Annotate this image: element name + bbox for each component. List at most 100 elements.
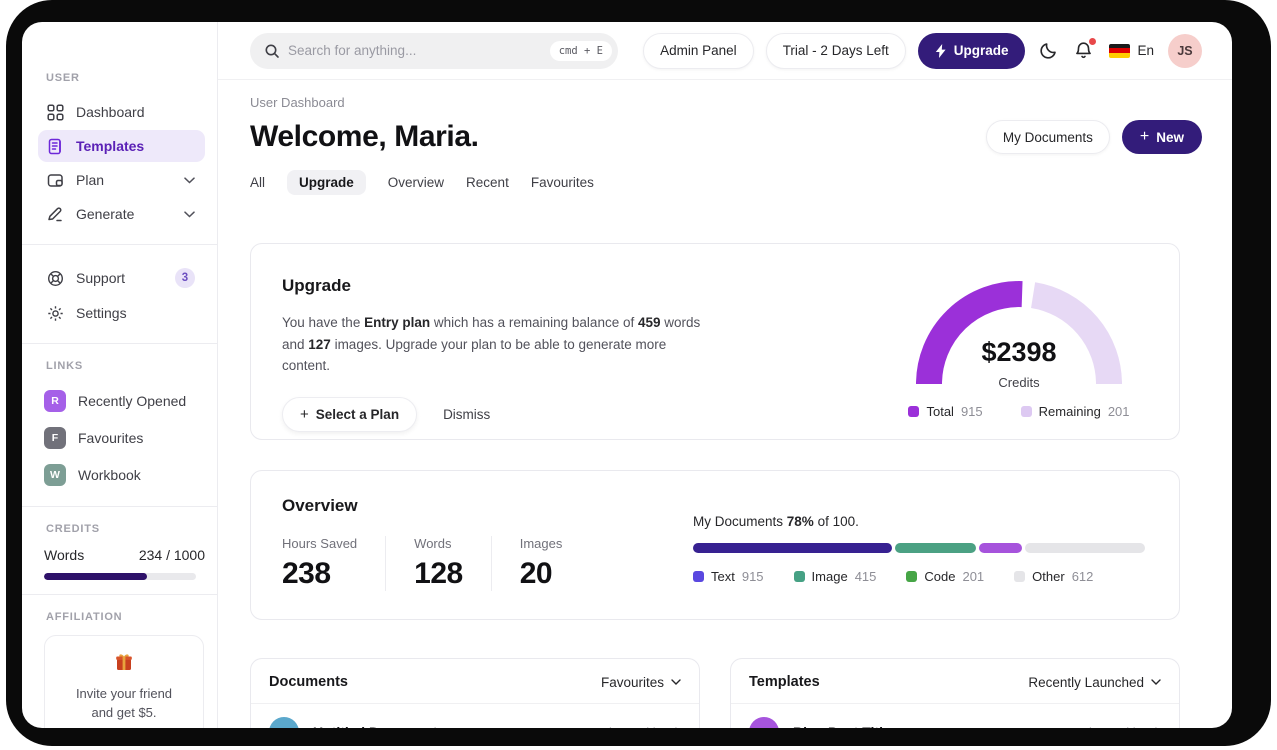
- plus-icon: +: [1139, 128, 1150, 145]
- legend-swatch: [1020, 406, 1032, 417]
- gauge-label: Credits: [998, 375, 1040, 390]
- documents-progress: My Documents 78% of 100. Text 915 Image …: [693, 496, 1145, 619]
- legend-swatch: [693, 571, 704, 582]
- credits-gauge: $2398 Credits Total 915 Remaining 201: [899, 274, 1139, 419]
- german-flag-icon: [1109, 43, 1131, 58]
- notifications-button[interactable]: [1072, 38, 1097, 62]
- credits-progress-bar: [44, 573, 196, 580]
- lifebuoy-icon: [46, 269, 64, 287]
- tab-all[interactable]: All: [250, 170, 265, 195]
- overview-card: Overview Hours Saved 238 Words 128 Image…: [250, 470, 1180, 620]
- sidebar-section-user: USER: [46, 72, 80, 84]
- support-badge: 3: [175, 268, 195, 288]
- notification-dot: [1089, 38, 1097, 45]
- bar-segment-image: [894, 543, 977, 553]
- link-label: Recently Opened: [78, 393, 187, 409]
- legend-swatch: [793, 571, 805, 582]
- sidebar: USER Dashboard Templates Plan Generate S…: [22, 22, 218, 728]
- sidebar-item-label: Generate: [76, 206, 135, 222]
- document-row[interactable]: Untitled Document in Workbook: [251, 704, 699, 728]
- sidebar-item-dashboard[interactable]: Dashboard: [44, 96, 205, 128]
- sidebar-link-workbook[interactable]: W Workbook: [44, 458, 205, 492]
- topbar: cmd + E Admin Panel Trial - 2 Days Left …: [218, 22, 1232, 80]
- bar-segment-text: [693, 543, 892, 553]
- language-label: En: [1137, 43, 1154, 58]
- document-avatar: [269, 717, 299, 728]
- tab-overview[interactable]: Overview: [388, 170, 444, 195]
- sidebar-item-generate[interactable]: Generate: [44, 198, 205, 230]
- sidebar-link-recently-opened[interactable]: R Recently Opened: [44, 384, 205, 418]
- sidebar-item-settings[interactable]: Settings: [44, 297, 205, 329]
- language-selector[interactable]: En: [1107, 41, 1156, 60]
- template-location: in Workbook: [1089, 725, 1161, 729]
- bar-segment-other: [1025, 543, 1145, 553]
- search-bar[interactable]: cmd + E: [250, 32, 618, 69]
- my-documents-button[interactable]: My Documents: [985, 120, 1110, 154]
- sidebar-item-plan[interactable]: Plan: [44, 164, 205, 196]
- document-icon: [46, 137, 64, 155]
- search-input[interactable]: [288, 43, 542, 58]
- dismiss-button[interactable]: Dismiss: [443, 407, 490, 422]
- gauge-legend: Total 915 Remaining 201: [899, 404, 1139, 419]
- pencil-icon: [46, 205, 64, 223]
- search-icon: [264, 43, 280, 59]
- sidebar-section-credits: CREDITS: [46, 523, 100, 535]
- tab-recent[interactable]: Recent: [466, 170, 509, 195]
- main-area: cmd + E Admin Panel Trial - 2 Days Left …: [218, 22, 1232, 728]
- user-avatar[interactable]: JS: [1168, 33, 1202, 68]
- legend-swatch: [906, 571, 918, 582]
- sidebar-item-label: Plan: [76, 172, 105, 188]
- sidebar-item-label: Support: [76, 270, 126, 286]
- trial-status-button[interactable]: Trial - 2 Days Left: [765, 32, 906, 69]
- lightning-icon: [935, 43, 947, 58]
- tab-bar: All Upgrade Overview Recent Favourites: [250, 170, 1202, 195]
- upgrade-button[interactable]: Upgrade: [917, 32, 1026, 69]
- credits-progress-fill: [44, 573, 148, 580]
- overview-stats: Hours Saved 238 Words 128 Images 20: [282, 536, 618, 591]
- credits-words-value: 234 / 1000: [138, 547, 205, 563]
- tab-upgrade[interactable]: Upgrade: [287, 170, 366, 195]
- link-initial-badge: F: [44, 427, 66, 449]
- progress-title: My Documents 78% of 100.: [693, 514, 859, 529]
- grid-icon: [46, 103, 64, 121]
- chevron-down-icon: [1151, 679, 1161, 685]
- templates-card-title: Templates: [749, 674, 820, 690]
- legend-item-image: Image 415: [793, 569, 876, 584]
- chevron-down-icon: [184, 210, 195, 218]
- link-label: Favourites: [78, 430, 144, 446]
- plus-icon: +: [300, 405, 309, 423]
- sidebar-item-label: Templates: [76, 138, 145, 154]
- upgrade-card-body: You have the Entry plan which has a rema…: [282, 315, 701, 374]
- legend-item-other: Other 612: [1014, 569, 1093, 584]
- legend-item-total: Total 915: [908, 404, 983, 419]
- sidebar-item-templates[interactable]: Templates: [38, 130, 205, 162]
- link-initial-badge: W: [44, 464, 66, 486]
- chevron-down-icon: [184, 176, 195, 184]
- sidebar-item-support[interactable]: Support 3: [44, 261, 205, 295]
- sidebar-section-links: LINKS: [46, 360, 83, 372]
- new-button[interactable]: + New: [1121, 120, 1202, 154]
- template-row[interactable]: Blog Post Title in Workbook: [731, 704, 1179, 728]
- dark-mode-toggle[interactable]: [1037, 39, 1060, 62]
- tab-favourites[interactable]: Favourites: [531, 170, 594, 195]
- sidebar-divider: [22, 244, 217, 245]
- gear-icon: [46, 304, 64, 322]
- legend-item-remaining: Remaining 201: [1020, 404, 1130, 419]
- page-content: User Dashboard Welcome, Maria. My Docume…: [218, 80, 1232, 728]
- admin-panel-button[interactable]: Admin Panel: [643, 32, 754, 69]
- templates-filter-dropdown[interactable]: Recently Launched: [1028, 675, 1161, 690]
- upgrade-card-title: Upgrade: [282, 276, 351, 295]
- page-title: Welcome, Maria.: [250, 120, 479, 153]
- app-window: USER Dashboard Templates Plan Generate S…: [22, 22, 1232, 728]
- overview-card-title: Overview: [282, 496, 358, 515]
- documents-filter-dropdown[interactable]: Favourites: [601, 675, 681, 690]
- select-plan-button[interactable]: + Select a Plan: [282, 396, 418, 432]
- search-shortcut: cmd + E: [549, 40, 612, 61]
- sidebar-link-favourites[interactable]: F Favourites: [44, 421, 205, 455]
- breadcrumb: User Dashboard: [250, 95, 345, 110]
- template-name: Blog Post Title: [793, 724, 891, 728]
- credits-words-label: Words: [44, 547, 85, 563]
- wallet-icon: [46, 171, 64, 189]
- documents-card: Documents Favourites Untitled Document i…: [250, 658, 700, 728]
- gift-icon: [114, 652, 134, 677]
